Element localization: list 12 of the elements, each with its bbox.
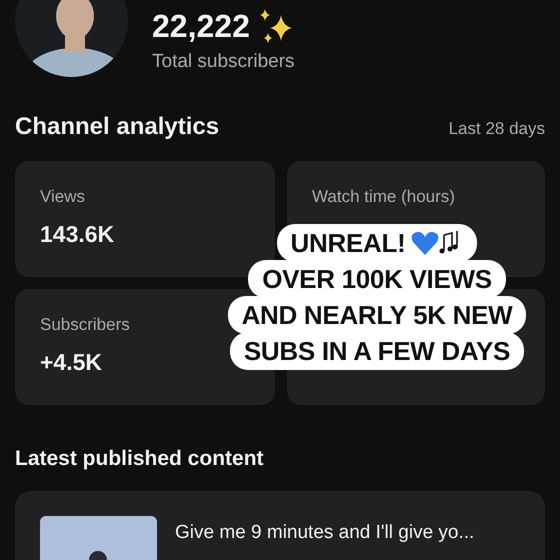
metric-label: Views [40, 187, 86, 207]
subscriber-label: Total subscribers [152, 51, 295, 73]
metric-label: Watch time (hours) [312, 187, 456, 207]
metric-value: 143.6K [40, 221, 116, 248]
section-title: Latest published content [15, 447, 265, 471]
metric-label: Subscribers [40, 315, 131, 335]
period-label: Last 28 days [448, 119, 545, 139]
subscriber-count: 22,222 [152, 8, 250, 45]
section-title: Channel analytics [15, 113, 220, 141]
caption-text: UNREAL! [290, 227, 406, 260]
metric-value: +4.5K [40, 349, 104, 376]
video-title: Give me 9 minutes and I'll give yo... [175, 522, 474, 545]
